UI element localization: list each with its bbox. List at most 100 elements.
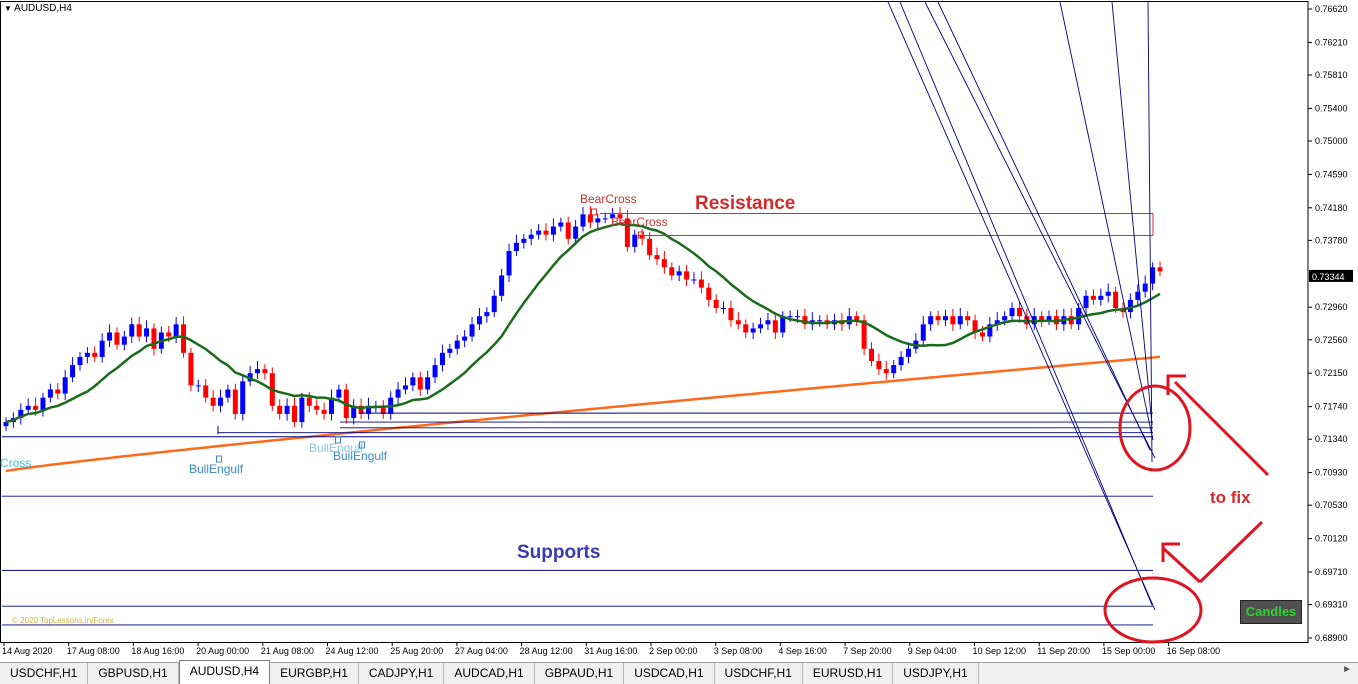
candle-body[interactable]: [491, 295, 497, 313]
tab-cadjpy-h1[interactable]: CADJPY,H1: [358, 663, 445, 684]
candle-body[interactable]: [817, 320, 823, 322]
candle-body[interactable]: [706, 287, 712, 300]
candle-body[interactable]: [1113, 291, 1119, 309]
candle-body[interactable]: [713, 299, 719, 309]
candle-body[interactable]: [595, 218, 601, 223]
candle-body[interactable]: [255, 369, 261, 374]
candle-body[interactable]: [151, 328, 157, 349]
candle-body[interactable]: [691, 279, 697, 281]
candle-body[interactable]: [935, 316, 941, 321]
candle-body[interactable]: [558, 222, 564, 227]
candle-body[interactable]: [454, 340, 460, 349]
candle-body[interactable]: [144, 328, 150, 337]
candle-body[interactable]: [395, 389, 401, 398]
candle-body[interactable]: [107, 332, 113, 341]
tab-gbpusd-h1[interactable]: GBPUSD,H1: [88, 663, 179, 684]
candle-body[interactable]: [84, 352, 90, 357]
candle-body[interactable]: [499, 275, 505, 296]
candle-body[interactable]: [506, 250, 512, 276]
candle-body[interactable]: [292, 405, 297, 423]
candle-body[interactable]: [33, 405, 39, 410]
tab-audusd-h4[interactable]: AUDUSD,H4: [178, 660, 271, 684]
candle-body[interactable]: [898, 356, 904, 366]
candle-body[interactable]: [1083, 295, 1089, 309]
candle-body[interactable]: [1105, 291, 1111, 296]
candle-body[interactable]: [114, 332, 120, 345]
candle-body[interactable]: [735, 320, 741, 325]
candle-body[interactable]: [410, 377, 416, 386]
candle-body[interactable]: [195, 385, 201, 387]
candle-body[interactable]: [550, 226, 556, 235]
tab-gbpaud-h1[interactable]: GBPAUD,H1: [534, 663, 625, 684]
candle-body[interactable]: [25, 405, 31, 410]
candle-body[interactable]: [513, 242, 519, 251]
candle-body[interactable]: [1039, 316, 1045, 321]
candle-body[interactable]: [721, 308, 727, 310]
candle-body[interactable]: [654, 255, 660, 260]
candle-body[interactable]: [136, 324, 142, 337]
candle-body[interactable]: [203, 385, 209, 398]
candle-body[interactable]: [698, 279, 704, 288]
candle-body[interactable]: [232, 389, 238, 414]
candle-body[interactable]: [928, 316, 934, 325]
candle-body[interactable]: [484, 312, 490, 317]
tab-usdchf-h1[interactable]: USDCHF,H1: [714, 663, 803, 684]
candle-body[interactable]: [121, 336, 127, 345]
tab-usdjpy-h1[interactable]: USDJPY,H1: [893, 663, 979, 684]
candle-body[interactable]: [795, 316, 801, 318]
candle-body[interactable]: [920, 324, 926, 341]
tab-usdcad-h1[interactable]: USDCAD,H1: [624, 663, 715, 684]
candle-body[interactable]: [587, 214, 593, 223]
candle-body[interactable]: [99, 340, 105, 357]
candle-body[interactable]: [854, 316, 860, 321]
candle-body[interactable]: [661, 259, 667, 268]
candle-body[interactable]: [942, 316, 948, 321]
candle-body[interactable]: [957, 316, 963, 325]
candle-body[interactable]: [979, 332, 985, 337]
candle-body[interactable]: [684, 271, 690, 280]
candle-body[interactable]: [750, 328, 756, 333]
candle-body[interactable]: [772, 320, 778, 333]
candle-body[interactable]: [602, 218, 608, 220]
candle-body[interactable]: [425, 377, 431, 390]
candle-body[interactable]: [869, 348, 874, 361]
candle-body[interactable]: [787, 316, 793, 318]
candles-badge[interactable]: Candles: [1240, 600, 1302, 624]
tab-audcad-h1[interactable]: AUDCAD,H1: [444, 663, 535, 684]
candle-body[interactable]: [225, 389, 231, 398]
candle-body[interactable]: [765, 320, 771, 325]
candle-body[interactable]: [402, 385, 408, 390]
candle-body[interactable]: [284, 405, 290, 414]
tab-usdchf-h1[interactable]: USDCHF,H1: [0, 663, 89, 684]
candle-body[interactable]: [565, 222, 571, 239]
chart-menu-triangle-icon[interactable]: ▼: [4, 4, 12, 13]
candle-body[interactable]: [476, 316, 482, 325]
candle-body[interactable]: [218, 397, 224, 406]
candle-body[interactable]: [417, 377, 423, 390]
candle-body[interactable]: [188, 352, 194, 386]
candle-body[interactable]: [321, 409, 327, 414]
candle-body[interactable]: [277, 405, 283, 414]
candle-body[interactable]: [1098, 295, 1104, 300]
tab-eurusd-h1[interactable]: EURUSD,H1: [802, 663, 894, 684]
candle-body[interactable]: [1090, 295, 1096, 300]
candle-body[interactable]: [40, 397, 46, 410]
candle-body[interactable]: [647, 238, 653, 256]
candle-body[interactable]: [728, 308, 734, 321]
candle-body[interactable]: [92, 352, 98, 357]
candle-body[interactable]: [299, 397, 305, 423]
candle-body[interactable]: [469, 324, 475, 337]
candle-body[interactable]: [306, 397, 312, 406]
candle-body[interactable]: [47, 389, 53, 398]
candle-body[interactable]: [1046, 316, 1052, 321]
chart-canvas[interactable]: 0.76620 0.76210 0.75810 0.75400 0.75000 0.745…: [0, 0, 1358, 662]
candle-body[interactable]: [262, 369, 268, 374]
candle-body[interactable]: [173, 324, 179, 337]
candle-body[interactable]: [950, 316, 956, 325]
candle-body[interactable]: [965, 316, 971, 321]
candle-body[interactable]: [543, 230, 549, 235]
candle-body[interactable]: [1002, 316, 1008, 321]
candle-body[interactable]: [1009, 308, 1015, 317]
candle-body[interactable]: [758, 324, 764, 329]
candle-body[interactable]: [1157, 267, 1163, 272]
